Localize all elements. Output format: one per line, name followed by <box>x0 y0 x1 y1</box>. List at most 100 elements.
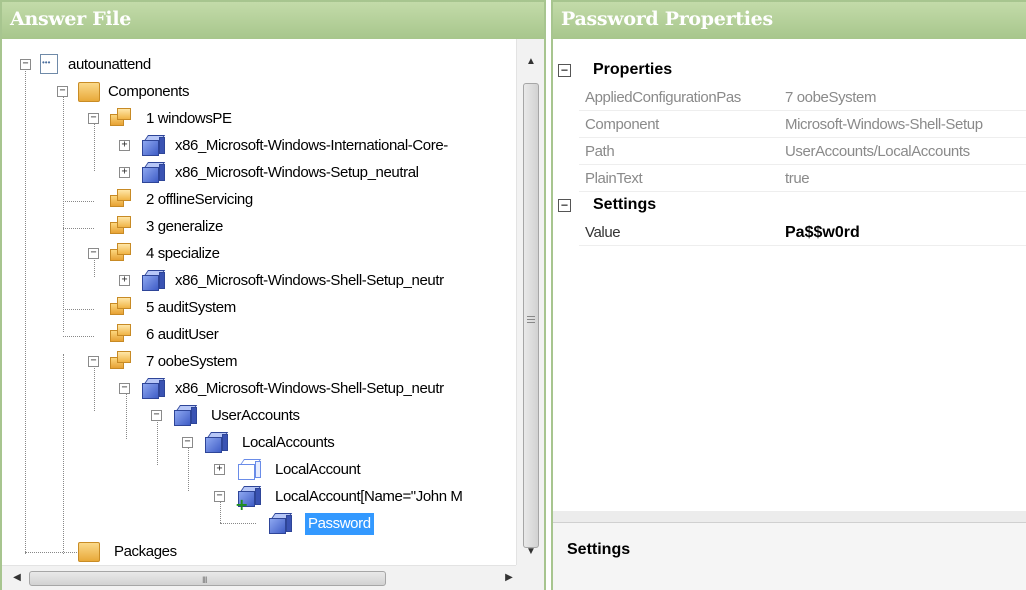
tree-vertical-scrollbar[interactable]: ▲ ▼ <box>516 39 544 565</box>
property-name: Value <box>585 224 621 241</box>
property-row[interactable]: PlainText true <box>579 165 1026 192</box>
configuration-pass-icon <box>110 351 132 371</box>
category-label: Settings <box>593 196 657 213</box>
tree-node-label: 7 oobeSystem <box>146 353 238 370</box>
collapse-icon[interactable]: − <box>558 64 571 77</box>
tree-node-specialize-shell-setup[interactable]: + x86_Microsoft-Windows-Shell-Setup_neut… <box>2 268 516 294</box>
scroll-down-arrow-icon[interactable]: ▼ <box>517 541 545 563</box>
tree-node-windowspe[interactable]: − 1 windowsPE <box>2 106 502 132</box>
scroll-left-arrow-icon[interactable]: ◀ <box>6 566 28 590</box>
tree-node-label: Packages <box>114 543 177 560</box>
property-name: Component <box>585 116 659 133</box>
tree-node-auditsystem[interactable]: 5 auditSystem <box>2 295 502 321</box>
property-row[interactable]: Component Microsoft-Windows-Shell-Setup <box>579 111 1026 138</box>
expand-icon[interactable]: + <box>119 167 130 178</box>
tree-node-components[interactable]: − Components <box>2 79 502 105</box>
tree-node-audituser[interactable]: 6 auditUser <box>2 322 502 348</box>
property-grid[interactable]: − Properties AppliedConfigurationPas 7 o… <box>553 39 1026 511</box>
collapse-icon[interactable]: − <box>57 86 68 97</box>
tree-node-label: 1 windowsPE <box>146 110 232 127</box>
component-icon <box>142 162 166 184</box>
tree-node-international-core[interactable]: + x86_Microsoft-Windows-International-Co… <box>2 133 516 159</box>
configuration-pass-icon <box>110 189 132 209</box>
configuration-pass-icon <box>110 108 132 128</box>
collapse-icon[interactable]: − <box>119 383 130 394</box>
tree-node-autounattend[interactable]: − autounattend <box>2 52 502 78</box>
property-row[interactable]: AppliedConfigurationPas 7 oobeSystem <box>579 84 1026 111</box>
tree-node-label: Components <box>108 83 190 100</box>
tree-node-offlineservicing[interactable]: 2 offlineServicing <box>2 187 502 213</box>
tree-node-label: x86_Microsoft-Windows-Setup_neutral <box>175 164 419 181</box>
answer-file-header: Answer File <box>2 2 544 39</box>
property-row[interactable]: Path UserAccounts/LocalAccounts <box>579 138 1026 165</box>
category-settings[interactable]: − Settings <box>553 192 1026 219</box>
collapse-icon[interactable]: − <box>88 356 99 367</box>
property-row-value[interactable]: Value Pa$$w0rd <box>579 219 1026 246</box>
tree-node-localaccount-template[interactable]: + LocalAccount <box>2 457 502 483</box>
collapse-icon[interactable]: − <box>88 113 99 124</box>
tree-node-label: UserAccounts <box>211 407 300 424</box>
collapse-icon[interactable]: − <box>20 59 31 70</box>
tree-node-label: x86_Microsoft-Windows-Shell-Setup_neutr <box>175 380 444 397</box>
tree-node-label: x86_Microsoft-Windows-International-Core… <box>175 137 448 154</box>
tree-node-label: 6 auditUser <box>146 326 219 343</box>
property-name: AppliedConfigurationPas <box>585 89 741 106</box>
scrollbar-thumb[interactable]: III <box>29 571 386 586</box>
answer-file-icon <box>40 54 58 74</box>
component-icon <box>142 378 166 400</box>
component-icon <box>142 270 166 292</box>
tree-node-label: 5 auditSystem <box>146 299 236 316</box>
tree-node-specialize[interactable]: − 4 specialize <box>2 241 502 267</box>
tree-node-oobe-shell-setup[interactable]: − x86_Microsoft-Windows-Shell-Setup_neut… <box>2 376 516 402</box>
password-value-field[interactable]: Pa$$w0rd <box>785 224 1026 242</box>
setting-group-icon <box>205 432 229 454</box>
scrollbar-corner <box>516 565 544 590</box>
category-label: Properties <box>593 61 673 78</box>
collapse-icon[interactable]: − <box>558 199 571 212</box>
folder-icon <box>78 542 100 562</box>
splitter[interactable] <box>553 511 1026 522</box>
setting-group-icon <box>269 513 293 535</box>
description-title: Settings <box>567 541 631 558</box>
tree-node-password[interactable]: Password <box>2 511 502 537</box>
setting-group-icon <box>174 405 198 427</box>
category-properties[interactable]: − Properties <box>553 57 1026 84</box>
tree-node-generalize[interactable]: 3 generalize <box>2 214 502 240</box>
tree-node-label: autounattend <box>68 56 151 73</box>
property-name: PlainText <box>585 170 643 187</box>
scroll-up-arrow-icon[interactable]: ▲ <box>517 51 545 73</box>
expand-icon[interactable]: + <box>214 464 225 475</box>
answer-file-panel: Answer File − autounattend − Components <box>0 0 546 590</box>
expand-icon[interactable]: + <box>119 275 130 286</box>
configuration-pass-icon <box>110 297 132 317</box>
description-pane: Settings <box>553 522 1026 590</box>
tree-node-oobesystem[interactable]: − 7 oobeSystem <box>2 349 502 375</box>
tree-node-label: LocalAccount <box>275 461 361 478</box>
component-icon <box>142 135 166 157</box>
collapse-icon[interactable]: − <box>214 491 225 502</box>
tree-node-label: 2 offlineServicing <box>146 191 253 208</box>
list-item-template-icon <box>238 459 262 481</box>
collapse-icon[interactable]: − <box>88 248 99 259</box>
list-item-icon: + <box>235 486 262 514</box>
collapse-icon[interactable]: − <box>182 437 193 448</box>
tree-node-label: LocalAccounts <box>242 434 335 451</box>
property-name: Path <box>585 143 615 160</box>
tree-horizontal-scrollbar[interactable]: ◀ III ▶ <box>2 565 516 590</box>
property-value: UserAccounts/LocalAccounts <box>785 143 970 160</box>
tree-node-label: x86_Microsoft-Windows-Shell-Setup_neutr <box>175 272 444 289</box>
properties-header: Password Properties <box>553 2 1026 39</box>
tree-node-localaccount-john[interactable]: − + LocalAccount[Name="John M <box>2 484 516 514</box>
answer-file-tree[interactable]: − autounattend − Components − 1 windowsP… <box>2 39 516 565</box>
tree-node-localaccounts[interactable]: − LocalAccounts <box>2 430 502 456</box>
expand-icon[interactable]: + <box>119 140 130 151</box>
collapse-icon[interactable]: − <box>151 410 162 421</box>
property-value: true <box>785 170 810 187</box>
tree-node-packages[interactable]: Packages <box>2 539 502 565</box>
scrollbar-thumb[interactable] <box>523 83 539 548</box>
configuration-pass-icon <box>110 324 132 344</box>
tree-node-label: 3 generalize <box>146 218 223 235</box>
tree-node-useraccounts[interactable]: − UserAccounts <box>2 403 502 429</box>
property-value: Microsoft-Windows-Shell-Setup <box>785 116 983 133</box>
tree-node-setup-neutral[interactable]: + x86_Microsoft-Windows-Setup_neutral <box>2 160 502 186</box>
